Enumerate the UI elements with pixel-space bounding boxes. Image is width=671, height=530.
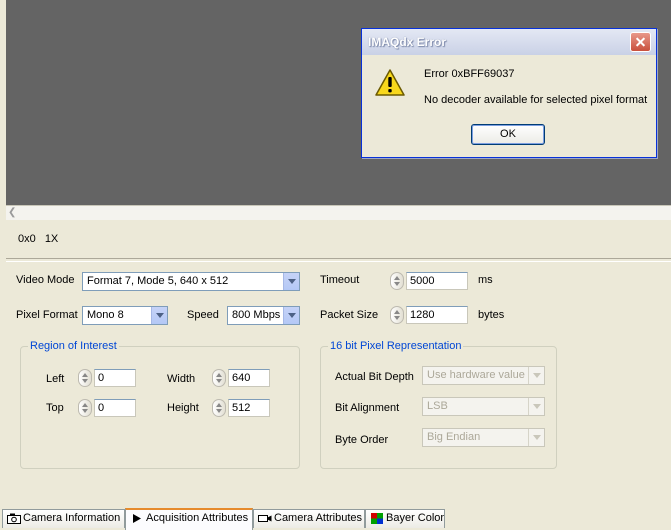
tab-camera-attributes[interactable]: Camera Attributes bbox=[253, 509, 365, 528]
error-dialog: IMAQdx Error Error 0xBFF69037 No decoder… bbox=[361, 28, 657, 158]
tab-label: Acquisition Attributes bbox=[146, 512, 249, 524]
tab-bar: Camera Information Acquisition Attribute… bbox=[0, 508, 671, 530]
scroll-left-icon[interactable]: ❮ bbox=[8, 207, 16, 219]
pixel-format-label: Pixel Format bbox=[16, 309, 78, 321]
video-mode-label: Video Mode bbox=[16, 274, 75, 286]
roi-width-input[interactable]: 640 bbox=[228, 369, 270, 387]
byte-order-label: Byte Order bbox=[335, 434, 389, 446]
pixel-format-select[interactable]: Mono 8 bbox=[82, 306, 168, 325]
bit-alignment-select: LSB bbox=[422, 397, 545, 416]
timeout-input[interactable]: 5000 bbox=[406, 272, 468, 290]
pixel-coordinates: 0x0 bbox=[18, 233, 36, 245]
bit-alignment-value: LSB bbox=[427, 400, 448, 412]
roi-height-control[interactable]: 512 bbox=[212, 399, 272, 417]
video-mode-value: Format 7, Mode 5, 640 x 512 bbox=[87, 275, 229, 287]
roi-group-title: Region of Interest bbox=[28, 339, 119, 353]
speed-select[interactable]: 800 Mbps bbox=[227, 306, 300, 325]
bit-alignment-label: Bit Alignment bbox=[335, 402, 400, 414]
increment-decrement-icon[interactable] bbox=[78, 399, 92, 417]
error-message: No decoder available for selected pixel … bbox=[424, 94, 648, 106]
pixel-format-value: Mono 8 bbox=[87, 309, 124, 321]
ok-button[interactable]: OK bbox=[471, 124, 545, 145]
roi-top-label: Top bbox=[46, 402, 64, 414]
warning-icon bbox=[375, 69, 405, 96]
panel-divider bbox=[6, 258, 671, 262]
byte-order-value: Big Endian bbox=[427, 431, 481, 443]
roi-top-control[interactable]: 0 bbox=[78, 399, 138, 417]
roi-left-input[interactable]: 0 bbox=[94, 369, 136, 387]
byte-order-select: Big Endian bbox=[422, 428, 545, 447]
increment-decrement-icon[interactable] bbox=[212, 399, 226, 417]
zoom-factor: 1X bbox=[44, 233, 59, 245]
roi-width-control[interactable]: 640 bbox=[212, 369, 272, 387]
tab-acquisition-attributes[interactable]: Acquisition Attributes bbox=[125, 508, 253, 530]
horizontal-scrollbar[interactable]: ❮ bbox=[6, 205, 671, 220]
chevron-down-icon[interactable] bbox=[151, 307, 167, 324]
speed-value: 800 Mbps bbox=[232, 309, 281, 321]
chevron-down-icon[interactable] bbox=[283, 273, 299, 290]
tab-bayer-color[interactable]: Bayer Color bbox=[365, 509, 445, 528]
packet-size-control[interactable]: 1280 bbox=[390, 306, 470, 324]
actual-bit-depth-value: Use hardware value bbox=[427, 369, 525, 381]
packet-size-label: Packet Size bbox=[320, 309, 379, 321]
video-mode-select[interactable]: Format 7, Mode 5, 640 x 512 bbox=[82, 272, 300, 291]
chevron-down-icon bbox=[528, 367, 544, 384]
tab-camera-information[interactable]: Camera Information bbox=[2, 509, 125, 528]
increment-decrement-icon[interactable] bbox=[212, 369, 226, 387]
error-code: Error 0xBFF69037 bbox=[424, 68, 515, 80]
tab-label: Camera Information bbox=[23, 512, 121, 524]
viewer-status-bar: 0x0 1X bbox=[18, 233, 64, 245]
video-camera-icon bbox=[258, 515, 272, 522]
packet-size-input[interactable]: 1280 bbox=[406, 306, 468, 324]
increment-decrement-icon[interactable] bbox=[78, 369, 92, 387]
chevron-down-icon bbox=[528, 398, 544, 415]
chevron-down-icon[interactable] bbox=[283, 307, 299, 324]
increment-decrement-icon[interactable] bbox=[390, 306, 404, 324]
packet-size-unit: bytes bbox=[478, 309, 505, 321]
roi-height-label: Height bbox=[167, 402, 199, 414]
camera-info-icon bbox=[7, 513, 21, 524]
roi-height-input[interactable]: 512 bbox=[228, 399, 270, 417]
roi-left-label: Left bbox=[46, 373, 65, 385]
actual-bit-depth-select: Use hardware value bbox=[422, 366, 545, 385]
dialog-title: IMAQdx Error bbox=[368, 35, 447, 49]
timeout-unit: ms bbox=[478, 274, 493, 286]
roi-top-input[interactable]: 0 bbox=[94, 399, 136, 417]
close-icon[interactable] bbox=[630, 32, 651, 52]
play-arrow-icon bbox=[133, 514, 141, 523]
increment-decrement-icon[interactable] bbox=[390, 272, 404, 290]
timeout-label: Timeout bbox=[320, 274, 360, 286]
roi-width-label: Width bbox=[167, 373, 196, 385]
speed-label: Speed bbox=[187, 309, 219, 321]
tab-label: Bayer Color bbox=[386, 512, 445, 524]
color-grid-icon bbox=[371, 513, 383, 524]
tab-label: Camera Attributes bbox=[274, 512, 363, 524]
pixel-representation-title: 16 bit Pixel Representation bbox=[328, 339, 464, 353]
dialog-titlebar[interactable]: IMAQdx Error bbox=[362, 29, 656, 55]
actual-bit-depth-label: Actual Bit Depth bbox=[335, 371, 414, 383]
roi-left-control[interactable]: 0 bbox=[78, 369, 138, 387]
timeout-control[interactable]: 5000 bbox=[390, 272, 470, 290]
chevron-down-icon bbox=[528, 429, 544, 446]
